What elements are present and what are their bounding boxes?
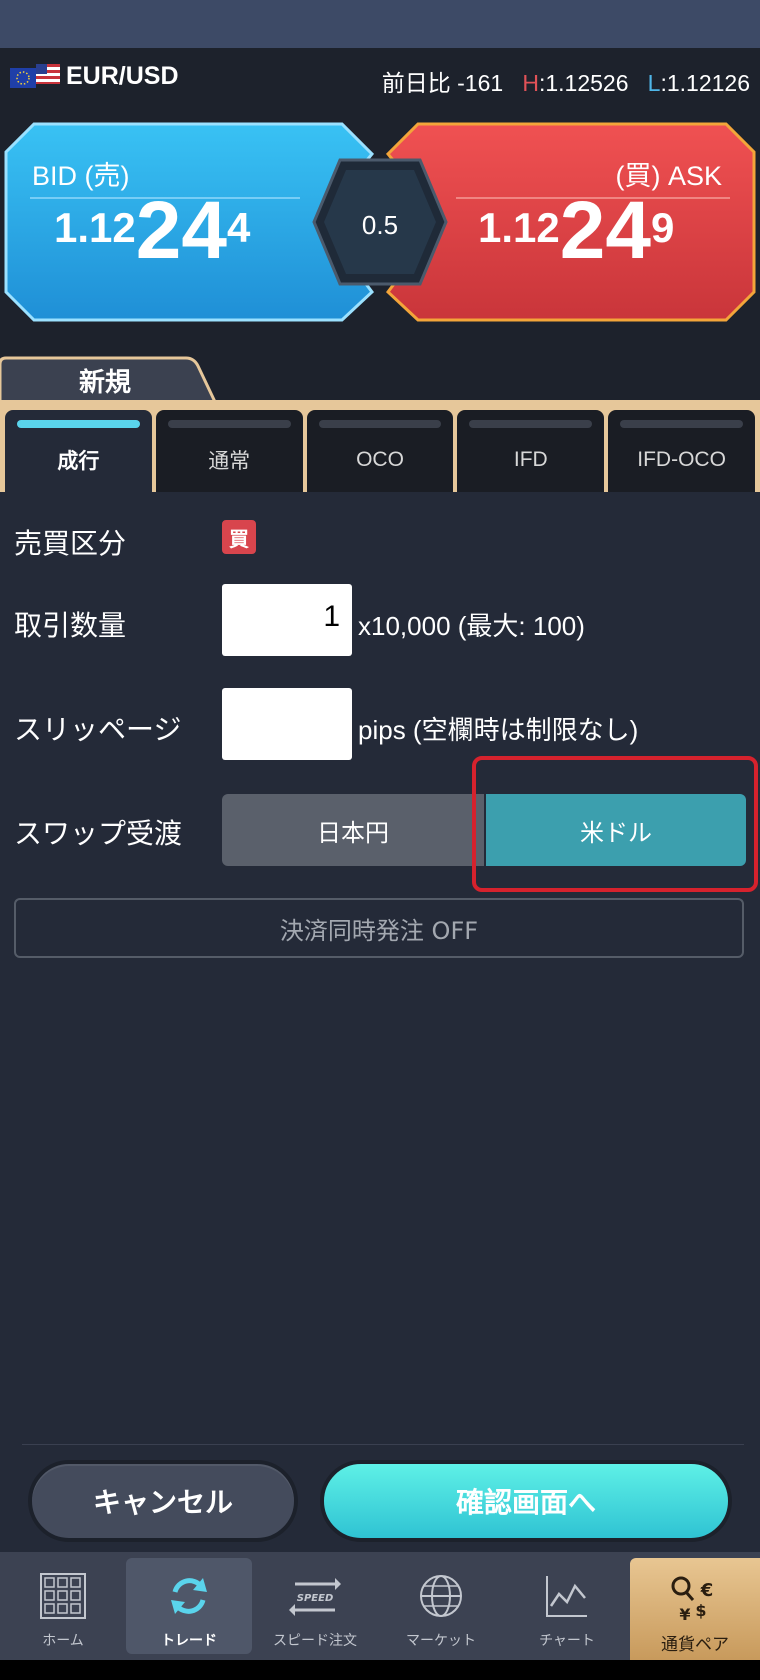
tab-market[interactable]: 成行 xyxy=(5,410,152,492)
swap-option-jpy[interactable]: 日本円 xyxy=(222,794,484,866)
high-prefix: H xyxy=(522,70,539,96)
currency-search-icon: € ¥ $ xyxy=(671,1576,714,1624)
tab-ifd[interactable]: IFD xyxy=(457,410,605,492)
quantity-label: 取引数量 xyxy=(14,609,127,642)
ask-price-pip: 9 xyxy=(650,204,675,251)
nav-home[interactable]: ホーム xyxy=(0,1552,126,1660)
nav-speed-order[interactable]: SPEED スピード注文 xyxy=(252,1552,378,1660)
high-value: :1.12526 xyxy=(538,70,629,96)
new-order-tab-label: 新規 xyxy=(78,368,131,398)
svg-text:$: $ xyxy=(695,1601,706,1620)
tab-ifd-oco[interactable]: IFD-OCO xyxy=(608,410,755,492)
nav-label: 通貨ペア xyxy=(661,1635,729,1655)
system-nav-bar xyxy=(0,1660,760,1680)
order-type-tabs: 成行 通常 OCO IFD IFD-OCO xyxy=(0,400,760,492)
quantity-suffix: x10,000 (最大: 100) xyxy=(358,611,585,641)
side-label: 売買区分 xyxy=(14,527,127,560)
cancel-button[interactable]: キャンセル xyxy=(28,1460,298,1542)
ask-price-big: 24 xyxy=(559,185,651,276)
trade-cycle-icon xyxy=(171,1578,207,1614)
chart-icon xyxy=(546,1576,587,1617)
bid-label: BID (売) xyxy=(32,161,130,191)
settle-order-toggle[interactable]: 決済同時発注 OFF xyxy=(14,898,744,958)
ask-price-small: 1.12 xyxy=(478,204,560,251)
change-value: -161 xyxy=(457,70,504,96)
nav-label: マーケット xyxy=(406,1633,476,1649)
divider xyxy=(22,1444,744,1445)
tab-label: IFD-OCO xyxy=(637,448,726,471)
svg-text:¥: ¥ xyxy=(679,1605,690,1624)
confirm-button[interactable]: 確認画面へ xyxy=(320,1460,732,1542)
currency-pair[interactable]: EUR/USD xyxy=(66,62,179,91)
bid-price-small: 1.12 xyxy=(54,204,136,251)
speed-arrows-icon: SPEED xyxy=(289,1578,341,1616)
buy-badge: 買 xyxy=(222,520,256,554)
price-stats: 前日比 -161 H:1.12526 L:1.12126 xyxy=(382,64,750,98)
pair-header: EUR/USD 前日比 -161 H:1.12526 L:1.12126 xyxy=(0,48,760,110)
nav-label: スピード注文 xyxy=(273,1633,357,1649)
tab-label: 成行 xyxy=(57,450,100,473)
highlight-box xyxy=(472,756,758,892)
low-value: :1.12126 xyxy=(660,70,750,96)
eur-usd-flag-icon xyxy=(10,64,60,88)
tab-label: 通常 xyxy=(208,450,251,473)
tab-label: OCO xyxy=(356,448,404,471)
ask-price[interactable]: 1.12 24 9 xyxy=(478,190,674,272)
slippage-suffix: pips (空欄時は制限なし) xyxy=(358,715,639,745)
slippage-input[interactable] xyxy=(222,688,352,760)
change-label: 前日比 xyxy=(381,70,451,96)
nav-currency-pairs[interactable]: € ¥ $ 通貨ペア xyxy=(630,1558,760,1660)
tab-label: IFD xyxy=(513,448,548,471)
tab-oco[interactable]: OCO xyxy=(306,410,454,492)
bid-price-pip: 4 xyxy=(226,204,251,251)
swap-label: スワップ受渡 xyxy=(14,817,183,850)
svg-text:€: € xyxy=(700,1580,714,1601)
slippage-label: スリッページ xyxy=(14,713,182,746)
status-bar xyxy=(0,0,760,48)
nav-label: トレード xyxy=(161,1633,217,1649)
nav-chart[interactable]: チャート xyxy=(504,1552,630,1660)
home-grid-icon xyxy=(40,1573,86,1619)
quote-panel: BID (売) (買) ASK 1.12 24 4 1.12 24 9 0.5 xyxy=(0,110,760,356)
bid-price-big: 24 xyxy=(135,185,227,276)
quantity-input[interactable]: 1 xyxy=(222,584,352,656)
nav-label: ホーム xyxy=(42,1633,84,1649)
bid-price[interactable]: 1.12 24 4 xyxy=(54,190,250,272)
globe-icon xyxy=(420,1575,462,1617)
bottom-nav: ホーム トレード SPEED スピード注文 マーケット チャート € ¥ $ 通… xyxy=(0,1552,760,1660)
nav-label: チャート xyxy=(539,1633,595,1649)
low-prefix: L xyxy=(647,70,661,96)
tab-limit[interactable]: 通常 xyxy=(155,410,303,492)
svg-text:SPEED: SPEED xyxy=(297,1593,334,1604)
nav-market[interactable]: マーケット xyxy=(378,1552,504,1660)
nav-trade[interactable]: トレード xyxy=(126,1558,252,1654)
spread-value: 0.5 xyxy=(361,210,399,240)
